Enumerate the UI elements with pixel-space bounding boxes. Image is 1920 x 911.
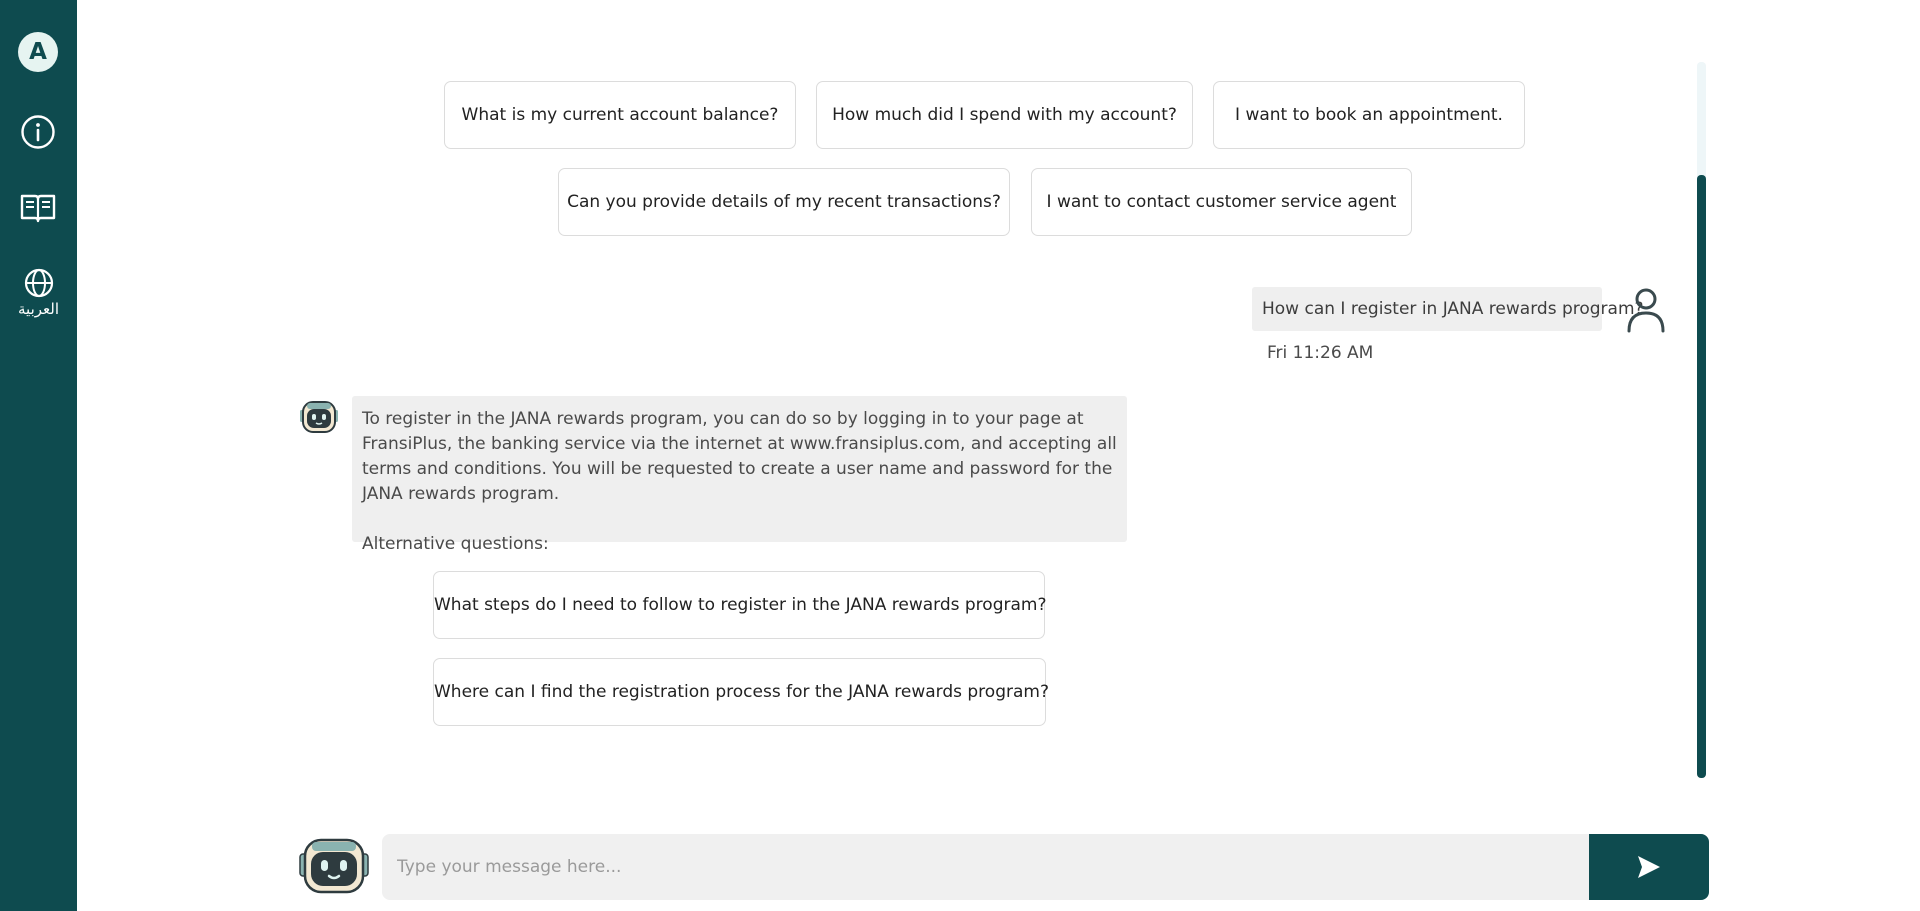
bot-message-text: To register in the JANA rewards program,… [362, 409, 1117, 504]
message-input[interactable] [382, 834, 1589, 900]
send-button[interactable] [1589, 834, 1709, 900]
suggestion-recent-transactions[interactable]: Can you provide details of my recent tra… [558, 168, 1010, 236]
user-avatar-button[interactable]: A [18, 32, 58, 72]
alternative-questions-label: Alternative questions: [362, 534, 549, 554]
user-message-bubble: How can I register in JANA rewards progr… [1252, 287, 1644, 331]
globe-icon[interactable] [24, 268, 54, 298]
send-icon [1638, 856, 1660, 878]
bot-avatar-icon [300, 401, 338, 433]
language-toggle-label[interactable]: العربية [0, 300, 77, 318]
alternative-question-steps[interactable]: What steps do I need to follow to regist… [433, 571, 1046, 639]
user-icon [1627, 288, 1665, 333]
suggestion-contact-agent[interactable]: I want to contact customer service agent [1031, 168, 1412, 236]
alternative-question-process[interactable]: Where can I find the registration proces… [433, 658, 1049, 726]
sidebar: A العربية [0, 0, 77, 911]
suggestion-account-balance[interactable]: What is my current account balance? [444, 81, 796, 149]
suggestion-spending[interactable]: How much did I spend with my account? [816, 81, 1193, 149]
bot-avatar-icon [299, 838, 369, 894]
message-timestamp: Fri 11:26 AM [1267, 343, 1374, 363]
suggestion-book-appointment[interactable]: I want to book an appointment. [1213, 81, 1525, 149]
book-icon[interactable] [19, 190, 57, 226]
info-icon[interactable] [20, 114, 56, 150]
bot-message-bubble: To register in the JANA rewards program,… [352, 396, 1127, 554]
chat-scrollbar-thumb[interactable] [1697, 175, 1706, 778]
